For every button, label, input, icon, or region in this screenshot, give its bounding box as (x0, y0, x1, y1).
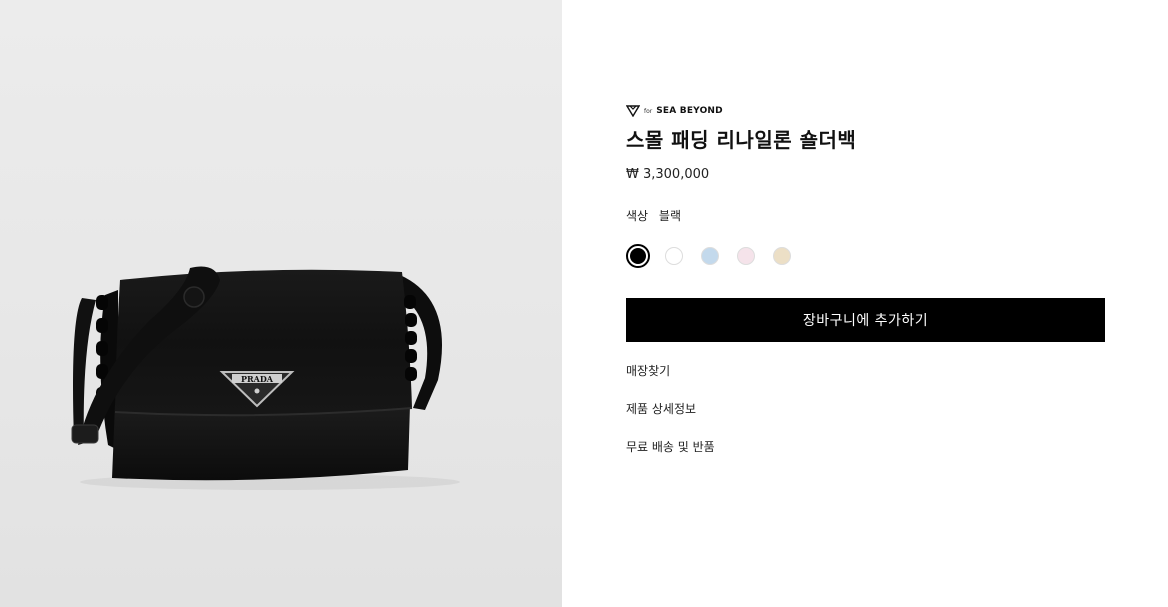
swatch-beige[interactable] (773, 247, 791, 265)
store-finder-link[interactable]: 매장찾기 (626, 360, 1106, 398)
product-image-panel: PRADA (0, 0, 562, 607)
heart-icon (626, 105, 640, 117)
swatch-white[interactable] (665, 247, 683, 265)
product-info: for SEA BEYOND 스몰 패딩 리나일론 숄더백 ₩ 3,300,00… (626, 104, 1106, 474)
info-links: 매장찾기 제품 상세정보 무료 배송 및 반품 (626, 360, 1106, 474)
swatch-light-blue[interactable] (701, 247, 719, 265)
brand-line: for SEA BEYOND (626, 104, 1106, 118)
add-to-cart-button[interactable]: 장바구니에 추가하기 (626, 298, 1105, 342)
color-swatches (626, 244, 1106, 268)
swatch-pink[interactable] (737, 247, 755, 265)
product-image: PRADA (71, 266, 460, 490)
brand-name: SEA BEYOND (656, 106, 723, 116)
selected-color-value: 블랙 (658, 209, 682, 223)
swatch-black[interactable] (626, 244, 650, 268)
free-shipping-link[interactable]: 무료 배송 및 반품 (626, 436, 1106, 474)
product-details-link[interactable]: 제품 상세정보 (626, 398, 1106, 436)
color-row: 색상 블랙 (626, 207, 1106, 224)
product-price: ₩ 3,300,000 (626, 167, 710, 182)
brand-for-text: for (644, 107, 653, 115)
product-title: 스몰 패딩 리나일론 숄더백 (626, 128, 857, 152)
prada-logo-text: PRADA (241, 374, 274, 384)
color-label: 색상 (626, 209, 649, 223)
